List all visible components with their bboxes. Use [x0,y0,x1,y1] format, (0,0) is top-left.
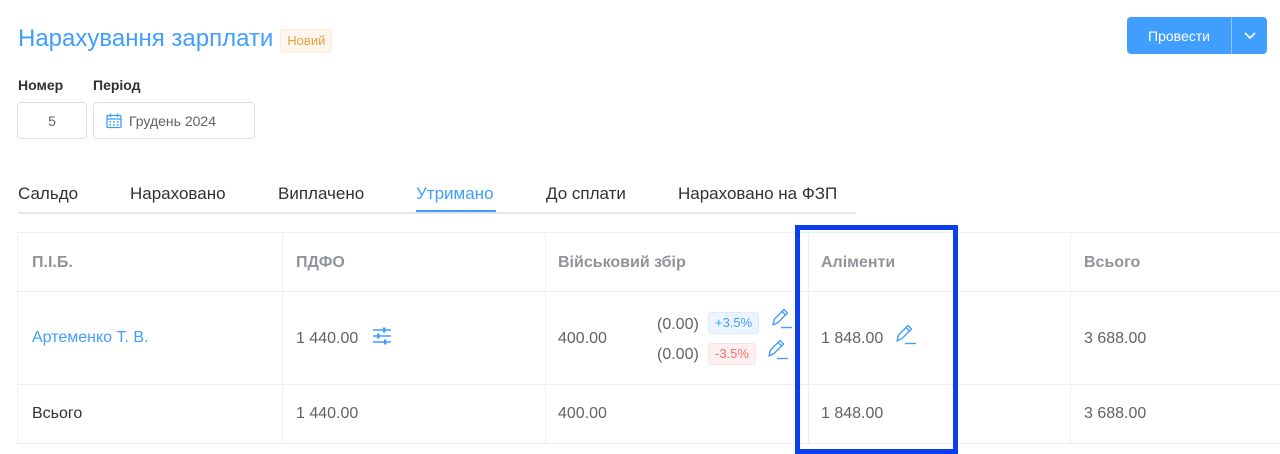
sliders-icon[interactable] [372,326,392,346]
page-title: Нарахування зарплати [18,25,274,52]
totals-label: Всього [32,405,83,422]
tab-paid[interactable]: Виплачено [278,182,364,206]
number-input[interactable] [17,102,87,139]
military-adjustment-plus: (0.00) [657,316,699,333]
chevron-down-icon [1243,31,1256,40]
pencil-icon[interactable] [770,308,794,332]
pdfo-value: 1 440.00 [296,330,359,347]
header-pdfo: ПДФО [296,254,345,271]
tab-accrued-on-payroll[interactable]: Нараховано на ФЗП [678,182,837,206]
tab-to-pay[interactable]: До сплати [546,182,626,206]
calendar-icon [106,113,122,129]
pencil-icon[interactable] [766,339,790,363]
military-tax-value: 400.00 [558,330,607,347]
employee-link[interactable]: Артеменко Т. В. [32,329,149,347]
minus-percent-badge: -3.5% [708,343,756,365]
plus-percent-badge: +3.5% [708,312,760,334]
column-divider [545,233,546,444]
totals-pdfo: 1 440.00 [296,405,359,422]
tab-saldo[interactable]: Сальдо [18,182,78,206]
row-divider [18,443,1280,444]
tab-withheld[interactable]: Утримано [416,182,494,206]
header-alimony: Аліменти [821,254,896,271]
alimony-value: 1 848.00 [821,330,884,347]
post-button[interactable]: Провести [1127,17,1231,54]
row-divider [18,291,1280,292]
period-picker[interactable]: Грудень 2024 [93,102,255,139]
header-military-tax: Військовий збір [558,254,686,271]
header-total: Всього [1084,254,1141,271]
column-divider [808,233,809,444]
post-button-group: Провести [1127,17,1267,54]
row-total-value: 3 688.00 [1084,330,1147,347]
totals-military-tax: 400.00 [558,405,607,422]
column-divider [1070,233,1071,444]
title-row: Нарахування зарплати Новий [18,24,333,54]
column-divider [282,233,283,444]
tab-accrued[interactable]: Нараховано [130,182,226,206]
post-dropdown-button[interactable] [1231,17,1267,54]
tabs: Сальдо Нараховано Виплачено Утримано До … [18,182,856,214]
pencil-icon[interactable] [894,324,918,348]
status-badge: Новий [280,28,333,53]
withheld-table: П.І.Б. ПДФО Військовий збір Аліменти Всь… [17,232,1280,444]
period-label: Період [93,77,141,93]
period-value: Грудень 2024 [129,112,216,129]
totals-alimony: 1 848.00 [821,405,884,422]
totals-total: 3 688.00 [1084,405,1147,422]
number-label: Номер [18,77,64,93]
header-name: П.І.Б. [32,254,73,271]
active-tab-indicator [416,210,496,212]
military-adjustment-minus: (0.00) [657,346,699,363]
row-divider [18,384,1280,385]
